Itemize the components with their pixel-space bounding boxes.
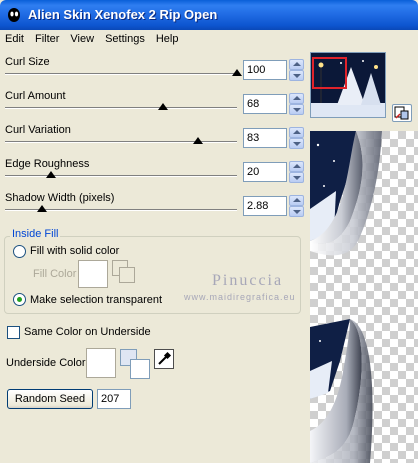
- slider-label: Curl Size: [5, 56, 50, 68]
- transparent-radio[interactable]: [13, 293, 26, 306]
- controls-panel: Curl Size 100 Curl Amount 68 Curl Variat…: [0, 50, 306, 463]
- slider-edge-roughness: Edge Roughness 20: [0, 158, 306, 192]
- title-bar[interactable]: Alien Skin Xenofex 2 Rip Open: [0, 0, 418, 30]
- spin-down-button[interactable]: [289, 70, 304, 81]
- slider-thumb[interactable]: [46, 171, 57, 178]
- spin-buttons: [289, 93, 304, 115]
- fill-color-picker-back: [119, 267, 135, 283]
- reset-view-button[interactable]: [392, 104, 412, 122]
- spin-up-button[interactable]: [289, 127, 304, 138]
- spin-buttons: [289, 59, 304, 81]
- spin-up-button[interactable]: [289, 161, 304, 172]
- slider-label: Curl Amount: [5, 90, 66, 102]
- spin-up-button[interactable]: [289, 93, 304, 104]
- fill-solid-label[interactable]: Fill with solid color: [30, 245, 119, 257]
- slider-thumb[interactable]: [37, 205, 48, 212]
- slider-thumb[interactable]: [157, 103, 168, 110]
- slider-track[interactable]: [5, 73, 237, 75]
- menu-help[interactable]: Help: [151, 30, 185, 50]
- inside-fill-title: Inside Fill: [10, 228, 61, 240]
- eyedropper-button[interactable]: [154, 349, 174, 369]
- random-seed-input[interactable]: 207: [97, 389, 131, 409]
- slider-thumb[interactable]: [232, 69, 242, 76]
- slider-track[interactable]: [5, 107, 237, 109]
- fill-color-label: Fill Color: [33, 268, 77, 280]
- fill-solid-radio[interactable]: [13, 245, 26, 258]
- value-input[interactable]: 83: [243, 128, 287, 148]
- underside-color-picker-back: [130, 359, 150, 379]
- preview-image: [310, 131, 382, 463]
- slider-track[interactable]: [5, 175, 237, 177]
- slider-label: Edge Roughness: [5, 158, 90, 170]
- eyedropper-icon: [158, 351, 172, 365]
- slider-curl-size: Curl Size 100: [0, 56, 306, 90]
- reset-view-icon: [394, 106, 409, 120]
- underside-color-swatch[interactable]: [86, 348, 116, 378]
- same-color-checkbox[interactable]: [7, 326, 20, 339]
- alien-skin-icon: [8, 8, 20, 22]
- spin-down-button[interactable]: [289, 138, 304, 149]
- spin-down-button[interactable]: [289, 172, 304, 183]
- spin-buttons: [289, 195, 304, 217]
- slider-label: Curl Variation: [5, 124, 71, 136]
- underside-color-label: Underside Color: [6, 357, 86, 369]
- value-input[interactable]: 20: [243, 162, 287, 182]
- preview-canvas[interactable]: [310, 131, 418, 463]
- menu-bar: Edit Filter View Settings Help: [0, 30, 418, 50]
- menu-edit[interactable]: Edit: [0, 30, 30, 50]
- value-input[interactable]: 100: [243, 60, 287, 80]
- navigator-thumbnail[interactable]: [310, 52, 386, 118]
- slider-label: Shadow Width (pixels): [5, 192, 115, 204]
- spin-buttons: [289, 127, 304, 149]
- slider-curl-amount: Curl Amount 68: [0, 90, 306, 124]
- spin-buttons: [289, 161, 304, 183]
- same-color-label[interactable]: Same Color on Underside: [24, 326, 151, 338]
- spin-down-button[interactable]: [289, 206, 304, 217]
- slider-curl-variation: Curl Variation 83: [0, 124, 306, 158]
- value-input[interactable]: 68: [243, 94, 287, 114]
- spin-up-button[interactable]: [289, 195, 304, 206]
- spin-up-button[interactable]: [289, 59, 304, 70]
- watermark-url: www.maidiregrafica.eu: [184, 292, 296, 302]
- transparent-label[interactable]: Make selection transparent: [30, 294, 162, 306]
- window-title: Alien Skin Xenofex 2 Rip Open: [28, 7, 218, 22]
- menu-settings[interactable]: Settings: [100, 30, 151, 50]
- slider-thumb[interactable]: [192, 137, 203, 144]
- menu-filter[interactable]: Filter: [30, 30, 65, 50]
- fill-color-swatch[interactable]: [78, 260, 108, 288]
- navigator-frame[interactable]: [312, 57, 347, 89]
- menu-view[interactable]: View: [65, 30, 100, 50]
- slider-shadow-width: Shadow Width (pixels) 2.88: [0, 192, 306, 226]
- watermark-text: Pinuccia: [212, 272, 284, 289]
- value-input[interactable]: 2.88: [243, 196, 287, 216]
- spin-down-button[interactable]: [289, 104, 304, 115]
- random-seed-button[interactable]: Random Seed: [7, 389, 93, 409]
